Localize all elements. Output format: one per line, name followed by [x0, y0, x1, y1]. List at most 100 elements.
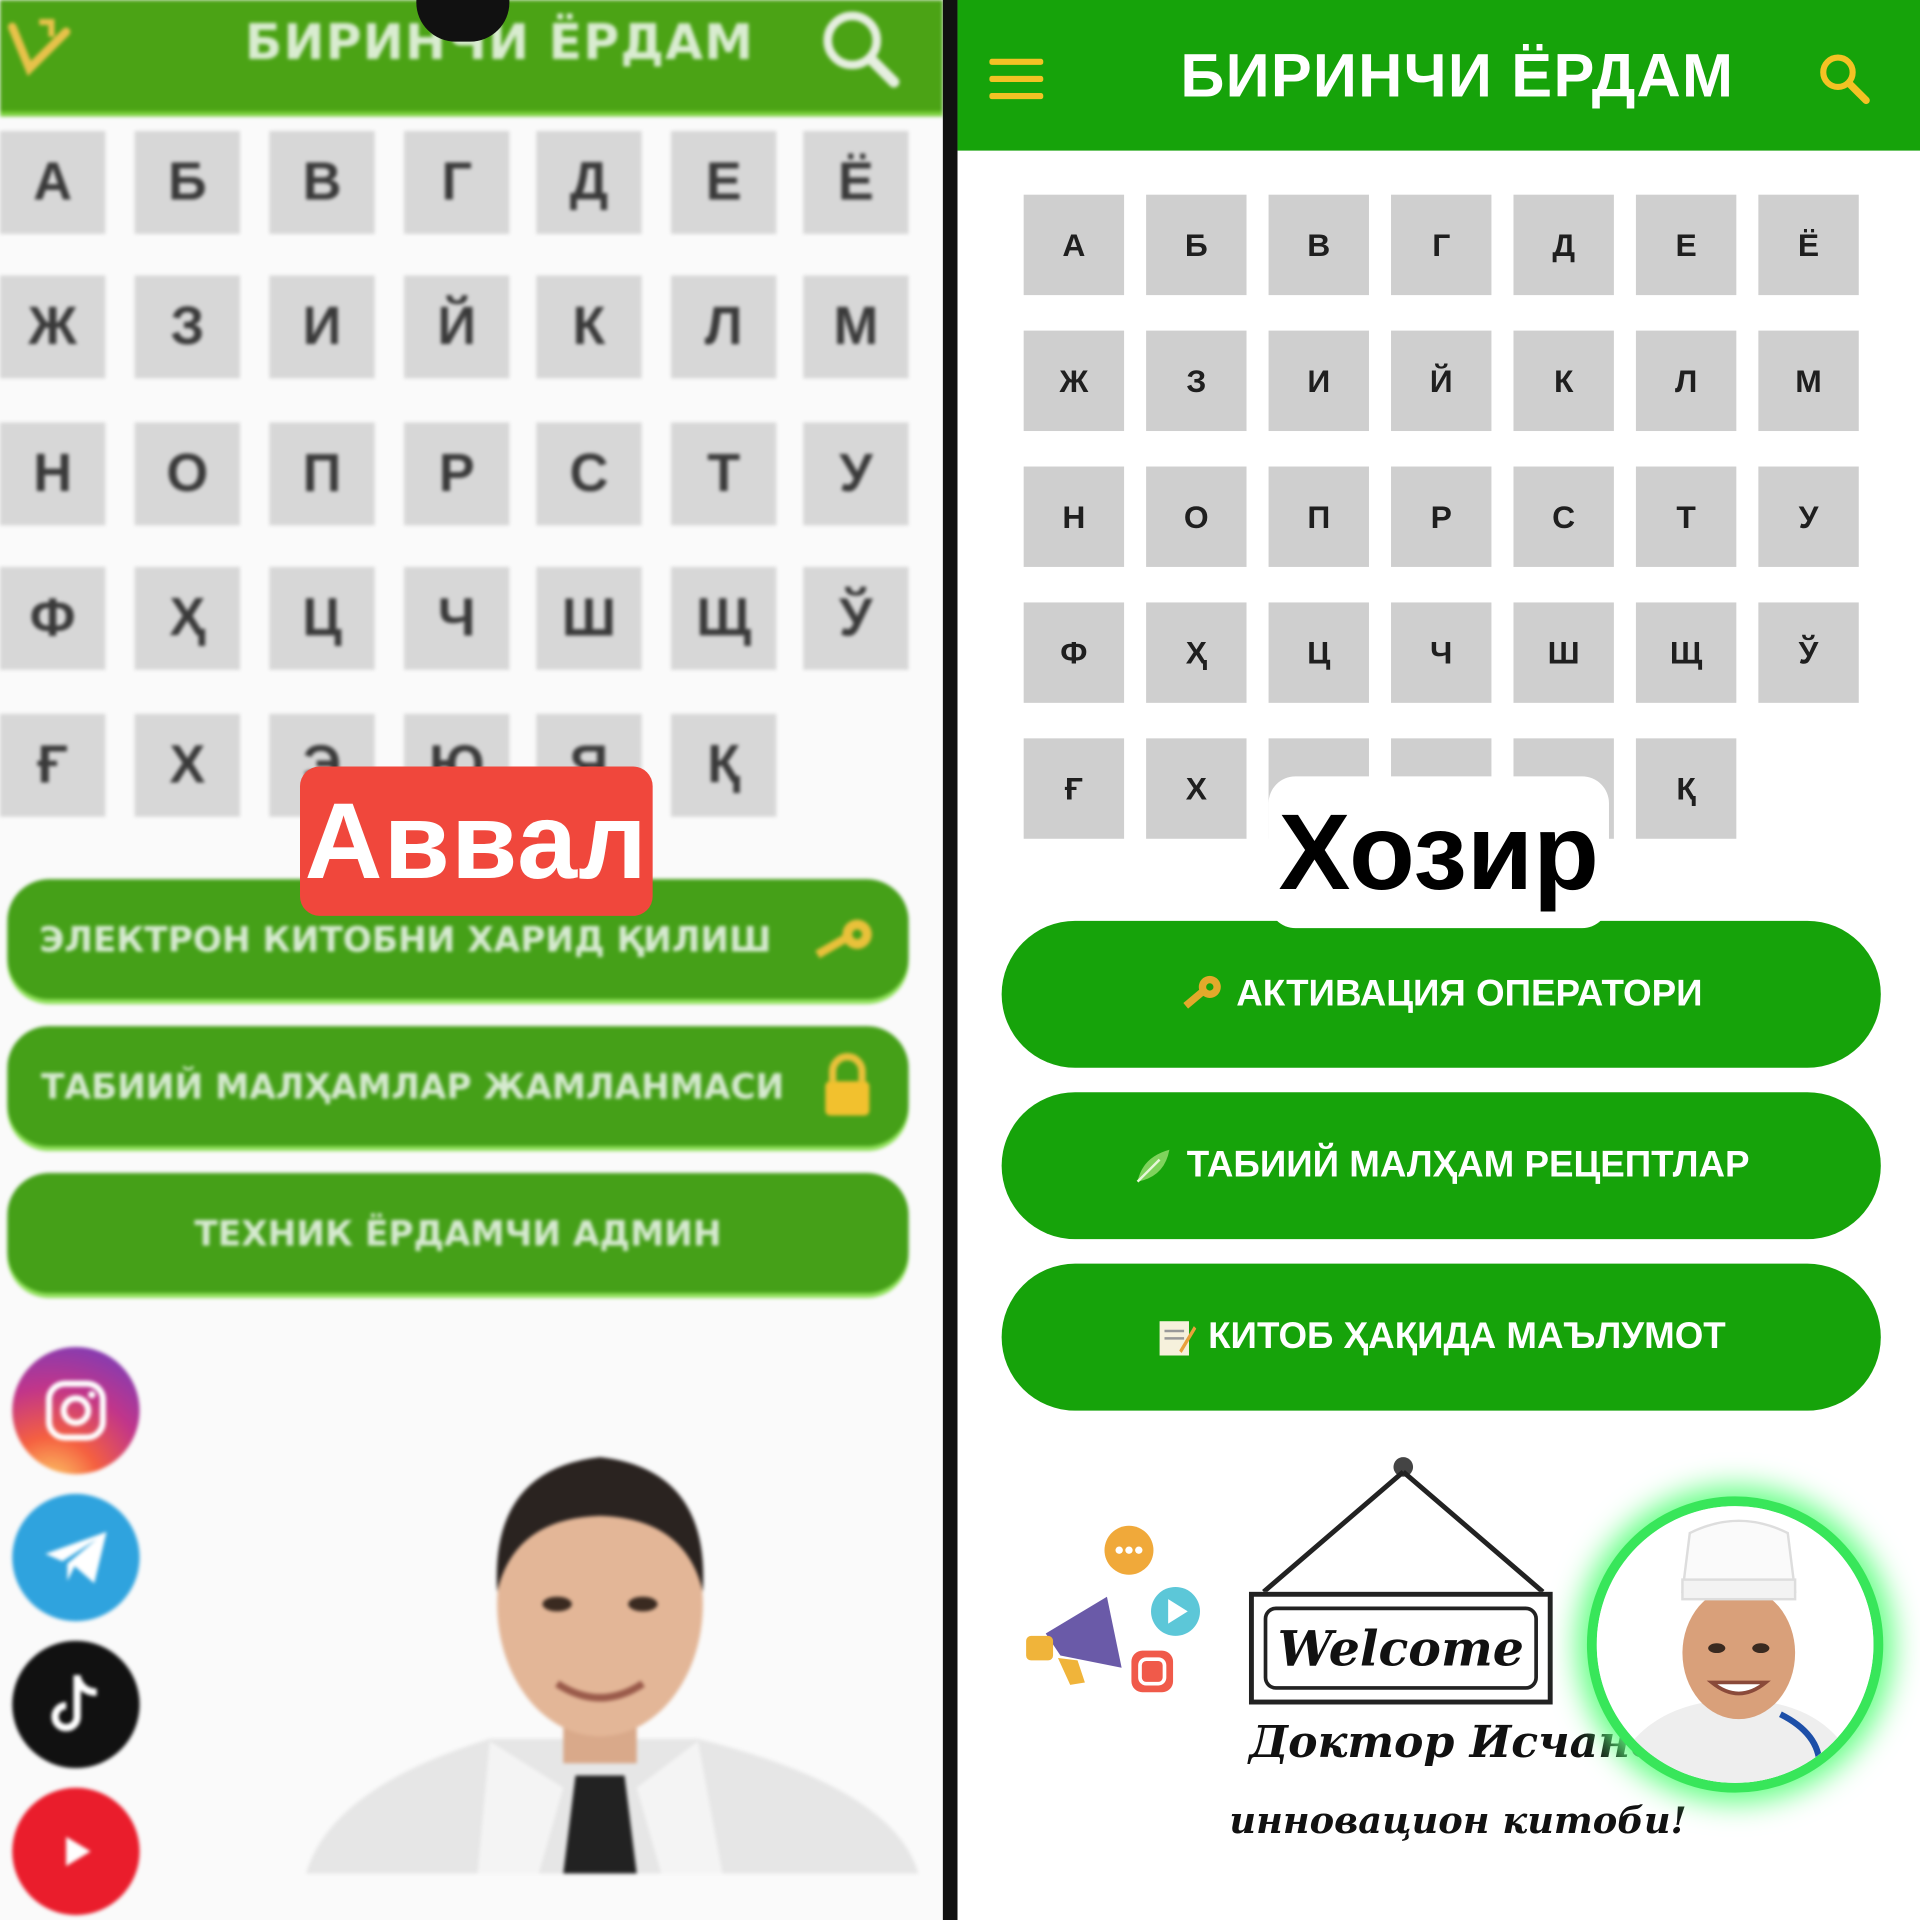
- letter-key[interactable]: У: [1758, 466, 1859, 567]
- old-letter-key[interactable]: У: [803, 422, 909, 526]
- letter-key[interactable]: Р: [1391, 466, 1492, 567]
- old-letter-key[interactable]: Ш: [536, 566, 642, 670]
- old-letter-key[interactable]: Ж: [0, 275, 106, 379]
- letter-key[interactable]: И: [1268, 330, 1369, 432]
- letter-key[interactable]: Ҳ: [1146, 602, 1247, 703]
- search-icon[interactable]: [1817, 51, 1871, 105]
- old-letter-key[interactable]: Щ: [671, 566, 777, 670]
- letter-key[interactable]: Ц: [1268, 602, 1369, 703]
- old-letter-key[interactable]: П: [269, 422, 375, 526]
- letter-key[interactable]: А: [1023, 194, 1125, 296]
- before-badge: Аввал: [300, 766, 653, 916]
- letter-key[interactable]: К: [1513, 330, 1614, 432]
- old-letter-key[interactable]: Х: [134, 713, 240, 817]
- letter-key[interactable]: Ш: [1513, 602, 1614, 703]
- old-letter-key[interactable]: Ў: [803, 566, 909, 670]
- old-letter-key[interactable]: Ф: [0, 566, 106, 670]
- old-letter-key[interactable]: С: [536, 422, 642, 526]
- letter-key[interactable]: Қ: [1635, 738, 1737, 839]
- first-aid-logo-icon: [7, 18, 71, 77]
- old-tech-support-label: ТЕХНИК ЁРДАМЧИ АДМИН: [194, 1212, 722, 1254]
- old-letter-key[interactable]: Ҳ: [134, 566, 240, 670]
- old-letter-key[interactable]: О: [134, 422, 240, 526]
- promo-tagline: инновацион китоби!: [1229, 1800, 1687, 1843]
- letter-key[interactable]: П: [1268, 466, 1369, 567]
- letter-key[interactable]: О: [1146, 466, 1247, 567]
- sign-hanger: [1262, 1457, 1545, 1594]
- book-info-button[interactable]: КИТОБ ҲАҚИДА МАЪЛУМОТ: [1001, 1263, 1881, 1411]
- tiktok-icon[interactable]: [12, 1640, 140, 1769]
- letter-key[interactable]: С: [1513, 466, 1614, 567]
- letter-key[interactable]: Б: [1146, 194, 1247, 296]
- old-letter-key[interactable]: В: [269, 131, 375, 234]
- letter-key[interactable]: Д: [1513, 194, 1614, 296]
- old-screen: БИРИНЧИ ЁРДАМ АБВГДЕЁЖЗИЙКЛМНОПРСТУФҲЦЧШ…: [0, 0, 943, 1920]
- old-tech-support-button[interactable]: ТЕХНИК ЁРДАМЧИ АДМИН: [7, 1173, 909, 1294]
- book-info-label: КИТОБ ҲАҚИДА МАЪЛУМОТ: [1208, 1316, 1726, 1357]
- letter-key[interactable]: Ё: [1758, 194, 1859, 296]
- old-letter-key[interactable]: Т: [671, 422, 777, 526]
- telegram-icon[interactable]: [12, 1493, 140, 1622]
- operator-activation-button[interactable]: АКТИВАЦИЯ ОПЕРАТОРИ: [1001, 920, 1881, 1068]
- letter-key[interactable]: Ғ: [1023, 738, 1125, 839]
- old-letter-key[interactable]: Р: [404, 422, 510, 526]
- welcome-sign: Welcome: [1248, 1591, 1553, 1705]
- old-letter-key[interactable]: Н: [0, 422, 106, 526]
- old-letter-key[interactable]: Б: [134, 131, 240, 234]
- letter-key[interactable]: В: [1268, 194, 1369, 296]
- operator-activation-label: АКТИВАЦИЯ ОПЕРАТОРИ: [1236, 973, 1703, 1014]
- old-letter-key[interactable]: Ц: [269, 566, 375, 670]
- old-letter-key[interactable]: Д: [536, 131, 642, 234]
- leaf-icon: [1136, 1149, 1170, 1183]
- old-letter-key[interactable]: М: [803, 275, 909, 379]
- old-letter-key[interactable]: Ғ: [0, 713, 106, 817]
- letter-key[interactable]: Е: [1635, 194, 1737, 296]
- old-natural-remedies-button[interactable]: ТАБИИЙ МАЛҲАМЛАР ЖАМЛАНМАСИ: [7, 1026, 909, 1147]
- letter-key[interactable]: М: [1758, 330, 1859, 432]
- letter-key[interactable]: Ў: [1758, 602, 1859, 703]
- old-letter-key[interactable]: Ё: [803, 131, 909, 234]
- natural-remedy-recipes-label: ТАБИИЙ МАЛҲАМ РЕЦЕПТЛАР: [1186, 1144, 1750, 1186]
- letter-key[interactable]: Ж: [1023, 330, 1125, 432]
- letter-key[interactable]: Г: [1391, 194, 1492, 296]
- new-app-title: БИРИНЧИ ЁРДАМ: [1180, 41, 1735, 111]
- welcome-text: Welcome: [1277, 1619, 1524, 1677]
- old-letter-key[interactable]: Е: [671, 131, 777, 234]
- old-letter-key[interactable]: И: [269, 275, 375, 379]
- youtube-icon[interactable]: [12, 1787, 140, 1916]
- letter-key[interactable]: Т: [1635, 466, 1737, 567]
- letter-key[interactable]: Л: [1635, 330, 1737, 432]
- phone-bezel: [942, 0, 958, 1920]
- new-header: БИРИНЧИ ЁРДАМ: [957, 0, 1920, 151]
- search-icon[interactable]: [818, 6, 904, 92]
- letter-key[interactable]: Ф: [1023, 602, 1125, 703]
- letter-key[interactable]: Х: [1146, 738, 1247, 839]
- old-letter-key[interactable]: К: [536, 275, 642, 379]
- after-badge: Хозир: [1268, 776, 1609, 929]
- old-letter-key[interactable]: Й: [404, 275, 510, 379]
- menu-icon[interactable]: [989, 58, 1044, 101]
- doctor-photo: [306, 1457, 919, 1874]
- old-buy-ebook-label: ЭЛЕКТРОН КИТОБНИ ХАРИД ҚИЛИШ: [39, 918, 772, 960]
- memo-icon: [1159, 1321, 1196, 1356]
- key-icon: [815, 919, 872, 959]
- old-letter-key[interactable]: А: [0, 131, 106, 234]
- old-letter-key[interactable]: Қ: [671, 713, 777, 817]
- letter-key[interactable]: Щ: [1635, 602, 1737, 703]
- letter-key[interactable]: З: [1146, 330, 1247, 432]
- old-natural-remedies-label: ТАБИИЙ МАЛҲАМЛАР ЖАМЛАНМАСИ: [41, 1065, 785, 1107]
- letter-key[interactable]: Ч: [1391, 602, 1492, 703]
- megaphone-social-icon: [1026, 1525, 1200, 1693]
- old-letter-key[interactable]: Ч: [404, 566, 510, 670]
- new-screen: БИРИНЧИ ЁРДАМ АБВГДЕЁ ЖЗИЙКЛМ НОПРСТУ ФҲЦЧШ…: [957, 0, 1920, 1920]
- letter-key[interactable]: Й: [1391, 330, 1492, 432]
- old-letter-key[interactable]: Г: [404, 131, 510, 234]
- natural-remedy-recipes-button[interactable]: ТАБИИЙ МАЛҲАМ РЕЦЕПТЛАР: [1001, 1092, 1881, 1240]
- lock-icon: [825, 1053, 870, 1116]
- doctor-avatar: [1586, 1496, 1884, 1793]
- letter-key[interactable]: Н: [1023, 466, 1125, 567]
- instagram-icon[interactable]: [12, 1346, 140, 1475]
- old-letter-key[interactable]: З: [134, 275, 240, 379]
- key-icon: [1182, 975, 1221, 1009]
- old-letter-key[interactable]: Л: [671, 275, 777, 379]
